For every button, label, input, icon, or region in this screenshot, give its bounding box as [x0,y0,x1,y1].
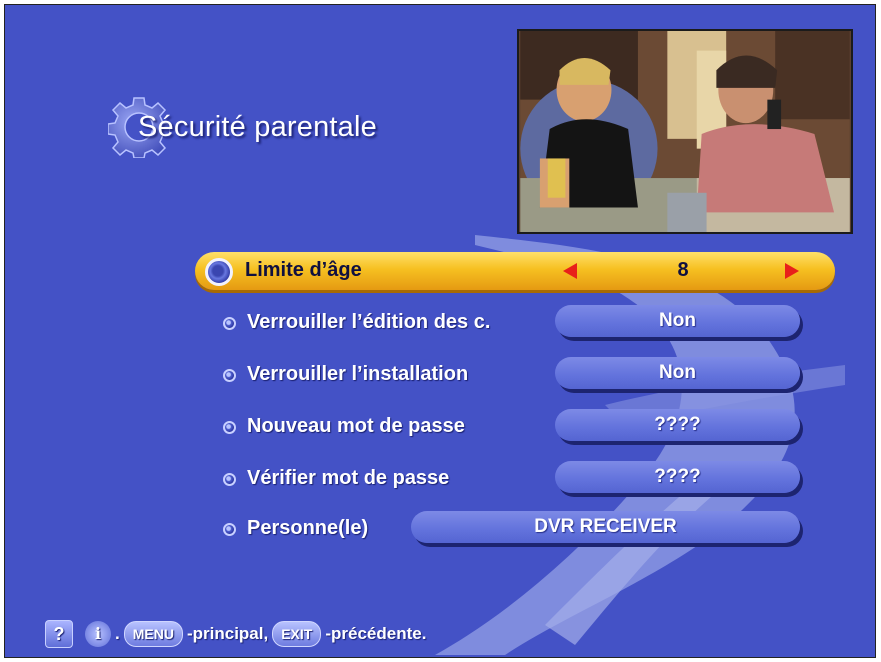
help-question-icon[interactable]: ? [45,620,73,648]
info-icon[interactable]: i [85,621,111,647]
menu-row-verify-password[interactable]: Vérifier mot de passe ???? [5,459,875,499]
exit-key-text: -précédente. [325,624,427,643]
arrow-right-icon[interactable] [785,263,799,279]
new-password-field[interactable]: ???? [555,409,800,441]
bullet-icon [205,258,233,286]
menu-row-age-limit[interactable]: Limite d’âge 8 [5,5,875,290]
bullet-icon [223,369,236,382]
menu-row-lock-installation[interactable]: Verrouiller l’installation Non [5,355,875,395]
menu-row-personalization[interactable]: Personne(le) DVR RECEIVER [5,509,875,549]
age-limit-value: 8 [677,259,689,281]
page-title-text: Sécurité parentale [138,110,377,143]
tv-preview-image [517,29,853,234]
arrow-left-icon[interactable] [563,263,577,279]
tv-screen: Sécurité parentale Limite d’âge 8 Verrou… [4,4,876,658]
menu-key[interactable]: MENU [123,621,183,647]
exit-key[interactable]: EXIT [272,621,322,647]
menu-label-age-limit: Limite d’âge [245,259,362,281]
menu-label-new-password: Nouveau mot de passe [247,415,465,437]
lock-installation-value[interactable]: Non [555,357,800,389]
menu-label-lock-installation: Verrouiller l’installation [247,363,469,385]
menu-row-lock-channel-edit[interactable]: Verrouiller l’édition des c. Non [5,303,875,343]
help-separator: . [115,624,120,643]
page-title: Sécurité parentale [108,97,377,158]
menu-label-personalization: Personne(le) [247,517,369,539]
lock-channel-edit-value[interactable]: Non [555,305,800,337]
bullet-icon [223,317,236,330]
menu-label-verify-password: Vérifier mot de passe [247,467,450,489]
verify-password-field[interactable]: ???? [555,461,800,493]
bullet-icon [223,473,236,486]
bullet-icon [223,523,236,536]
personalization-value[interactable]: DVR RECEIVER [411,511,800,543]
bullet-icon [223,421,236,434]
menu-key-text: -principal, [186,624,269,643]
menu-label-lock-channel-edit: Verrouiller l’édition des c. [247,311,491,333]
menu-row-new-password[interactable]: Nouveau mot de passe ???? [5,407,875,447]
help-bar: ? i . MENU -principal, EXIT -précédente. [45,619,426,649]
